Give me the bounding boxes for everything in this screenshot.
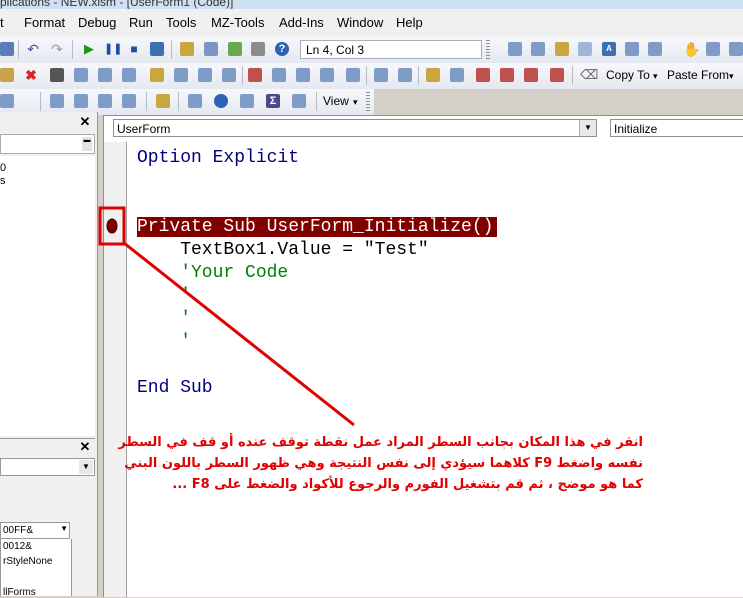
annotation-line: انقر في هذا المكان بجانب السطر المراد عم… [118, 435, 643, 450]
annotation-line: نفسه واضغط F9 كلاهما سيؤدي إلى نفس النتي… [124, 456, 643, 471]
annotation-line: كما هو موضح ، ثم قم بتشغيل الفورم والرجو… [172, 477, 643, 492]
annotation-overlay [98, 206, 355, 427]
breakpoint-dot-icon[interactable] [106, 218, 118, 234]
arrow-line [123, 241, 355, 427]
arabic-annotation: انقر في هذا المكان بجانب السطر المراد عم… [108, 432, 643, 495]
